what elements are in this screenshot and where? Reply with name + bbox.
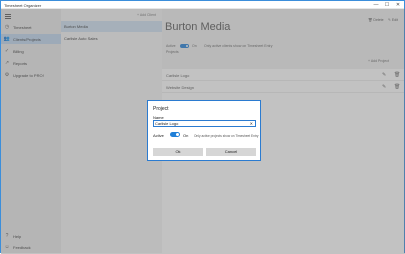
maximize-button[interactable]: ☐ [382, 2, 392, 8]
on-label: On [183, 133, 189, 138]
active-note: Only active projects show on Timesheet E… [194, 133, 259, 138]
active-label: Active [153, 133, 164, 138]
clear-icon[interactable]: ✕ [250, 121, 253, 126]
minimize-button[interactable]: — [371, 2, 381, 8]
project-dialog: Project Name ✕ Active On Only active pro… [147, 100, 261, 161]
close-button[interactable]: ✕ [393, 2, 403, 8]
name-input[interactable] [155, 121, 245, 126]
title-bar: Timesheet Organizer — ☐ ✕ [1, 1, 404, 9]
window-title: Timesheet Organizer [4, 3, 42, 8]
cancel-button[interactable]: Cancel [206, 148, 256, 156]
name-field[interactable]: ✕ [153, 120, 256, 127]
ok-button[interactable]: Ok [153, 148, 203, 156]
app-window: Timesheet Organizer — ☐ ✕ ◷ Timesheet 👥 … [0, 0, 405, 254]
active-toggle[interactable] [170, 132, 180, 137]
dialog-title: Project [153, 106, 169, 112]
